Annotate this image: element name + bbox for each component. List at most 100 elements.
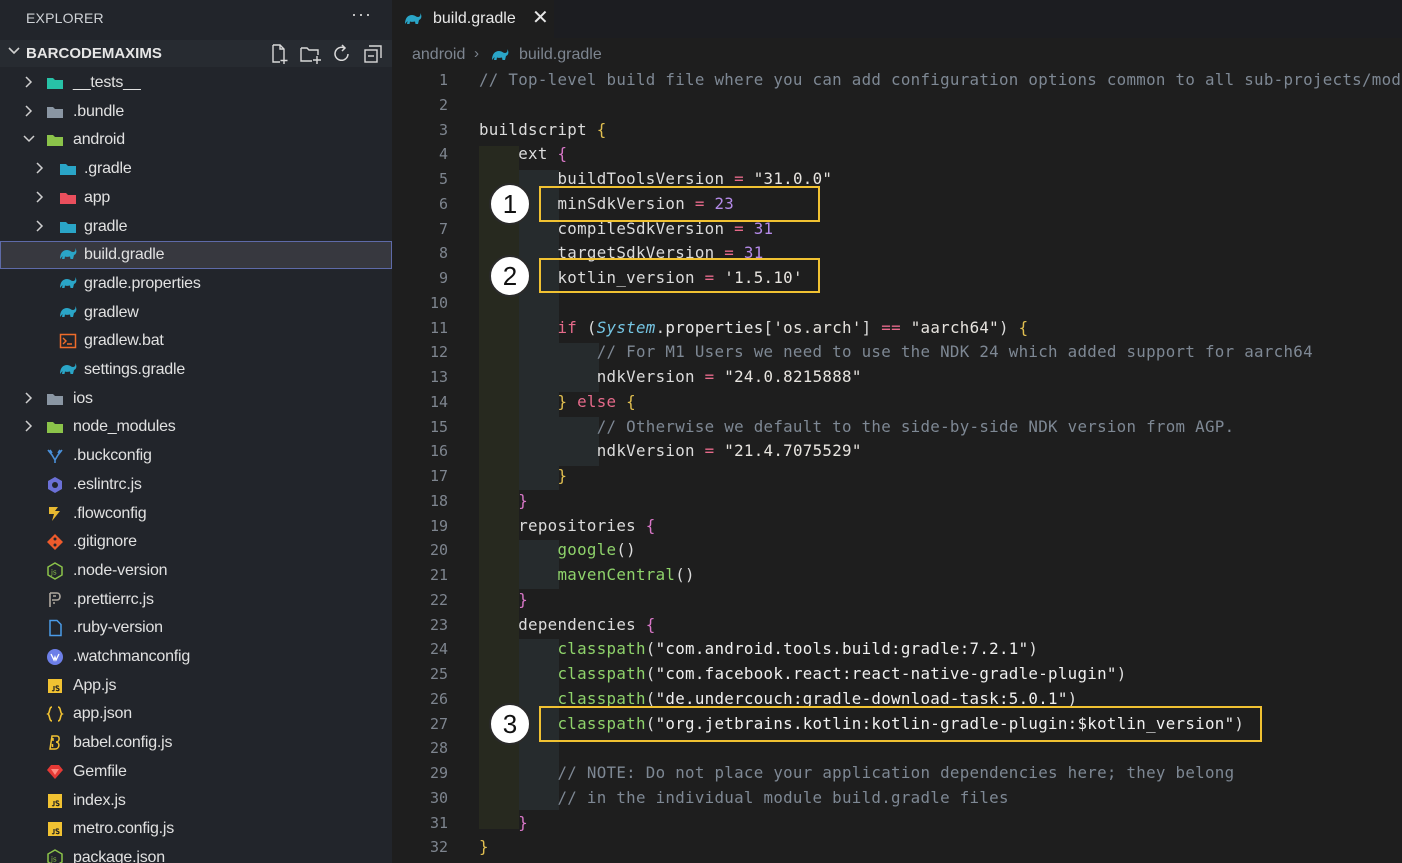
tree-item[interactable]: .prettierrc.js — [0, 586, 392, 614]
tree-item[interactable]: gradlew — [0, 299, 392, 327]
tree-item-label: babel.config.js — [73, 734, 173, 752]
code-token: if — [479, 317, 587, 337]
tree-item[interactable]: .ruby-version — [0, 614, 392, 642]
tree-item[interactable]: app.json — [0, 700, 392, 728]
tree-item[interactable]: gradlew.bat — [0, 327, 392, 355]
tree-item-label: gradle — [84, 217, 128, 235]
code-line: 21 mavenCentral() — [392, 563, 1402, 588]
js-icon — [46, 792, 64, 810]
code-token: } — [479, 466, 568, 485]
tree-item[interactable]: js .node-version — [0, 557, 392, 585]
tree-item-label: ios — [73, 389, 93, 407]
annotation-badge-1: 1 — [489, 183, 531, 225]
code-line: 19 repositories { — [392, 514, 1402, 539]
code-token: ( — [645, 688, 656, 708]
ruby-icon — [46, 763, 64, 781]
tree-item[interactable]: gradle.properties — [0, 270, 392, 298]
tree-item[interactable]: .bundle — [0, 98, 392, 126]
tree-item[interactable]: metro.config.js — [0, 815, 392, 843]
code-text: // For M1 Users we need to use the NDK 2… — [479, 342, 1313, 361]
code-text: } — [479, 590, 528, 609]
tree-item[interactable]: __tests__ — [0, 69, 392, 97]
ios-folder-icon — [46, 390, 64, 408]
tree-item-label: App.js — [73, 676, 117, 694]
tree-item-label: .gradle — [84, 160, 132, 178]
tree-item[interactable]: App.js — [0, 672, 392, 700]
code-token: // in the individual module build.gradle… — [479, 787, 1009, 807]
tree-item-label: .gitignore — [73, 533, 137, 551]
line-number: 28 — [429, 739, 448, 758]
android-folder-icon — [46, 131, 64, 149]
code-token: ndkVersion — [479, 367, 705, 386]
code-text: buildscript { — [479, 120, 607, 139]
tree-item[interactable]: js package.json — [0, 844, 392, 863]
line-number: 14 — [429, 392, 448, 411]
code-token: 'os.arch' — [773, 317, 862, 337]
tree-item[interactable]: build.gradle — [0, 241, 392, 270]
tree-item[interactable]: .gradle — [0, 155, 392, 183]
tree-item-label: gradle.properties — [84, 274, 201, 292]
workspace-folder-header[interactable]: BARCODEMAXIMS — [0, 40, 392, 67]
code-token: classpath — [479, 664, 646, 683]
code-line: 13 ndkVersion = "24.0.8215888" — [392, 365, 1402, 390]
tree-item-label: .bundle — [73, 102, 125, 120]
code-line: 24 classpath("com.android.tools.build:gr… — [392, 637, 1402, 662]
tree-item[interactable]: ios — [0, 385, 392, 413]
gradle-icon — [491, 47, 509, 63]
tree-item-label: .eslintrc.js — [73, 475, 142, 493]
breadcrumb-file[interactable]: build.gradle — [519, 46, 602, 64]
code-text: repositories { — [479, 516, 656, 535]
code-token: } — [479, 490, 529, 510]
code-token: repositories — [479, 515, 646, 535]
collapse-all-icon[interactable] — [362, 43, 384, 65]
tree-item[interactable]: .flowconfig — [0, 500, 392, 528]
new-file-icon[interactable] — [268, 43, 290, 65]
code-line: 3 buildscript { — [392, 118, 1402, 143]
close-icon[interactable]: ✕ — [532, 5, 549, 30]
tree-item[interactable]: gradle — [0, 213, 392, 241]
tree-item[interactable]: settings.gradle — [0, 356, 392, 384]
tree-item[interactable]: index.js — [0, 787, 392, 815]
tree-item[interactable]: android — [0, 126, 392, 154]
tree-item[interactable]: babel.config.js — [0, 729, 392, 757]
tree-item-label: android — [73, 131, 125, 149]
tests-folder-icon — [46, 74, 64, 92]
code-line: 11 if (System.properties['os.arch'] == "… — [392, 316, 1402, 341]
code-line: 14 } else { — [392, 390, 1402, 415]
more-actions-icon[interactable]: ··· — [351, 4, 372, 25]
refresh-icon[interactable] — [331, 43, 353, 65]
prettier-icon — [46, 591, 64, 609]
chevron-down-icon — [23, 135, 35, 143]
tree-item[interactable]: node_modules — [0, 413, 392, 441]
tree-item-label: build.gradle — [84, 246, 165, 264]
code-text: } else { — [479, 392, 636, 411]
code-line: 32} — [392, 835, 1402, 860]
tree-item[interactable]: app — [0, 184, 392, 212]
line-number: 5 — [438, 170, 448, 188]
folder-icon — [46, 103, 64, 121]
tree-item[interactable]: .watchmanconfig — [0, 643, 392, 671]
code-text: classpath("com.facebook.react:react-nati… — [479, 664, 1127, 683]
code-token: // For M1 Users we need to use the NDK 2… — [479, 342, 1313, 362]
json-icon — [46, 705, 64, 723]
line-number: 6 — [438, 194, 448, 213]
breadcrumb-folder[interactable]: android — [412, 46, 465, 64]
tree-item[interactable]: .buckconfig — [0, 442, 392, 470]
line-number: 25 — [429, 665, 448, 683]
line-number: 15 — [429, 417, 448, 436]
chevron-right-icon — [25, 76, 33, 88]
code-token: } — [479, 391, 568, 411]
tab-build-gradle[interactable]: build.gradle ✕ — [392, 0, 554, 38]
tree-item-label: Gemfile — [73, 762, 127, 780]
tree-item-label: .node-version — [73, 561, 168, 579]
code-token: dependencies — [479, 614, 646, 634]
line-number: 7 — [438, 219, 448, 238]
tree-item-label: app — [84, 188, 111, 206]
tree-item[interactable]: Gemfile — [0, 758, 392, 786]
tree-item[interactable]: .gitignore — [0, 528, 392, 556]
code-line: 25 classpath("com.facebook.react:react-n… — [392, 662, 1402, 687]
new-folder-icon[interactable] — [299, 43, 321, 65]
code-token: "24.0.8215888" — [714, 367, 862, 386]
tree-item[interactable]: .eslintrc.js — [0, 471, 392, 499]
breadcrumb: android › build.gradle — [392, 42, 1402, 66]
